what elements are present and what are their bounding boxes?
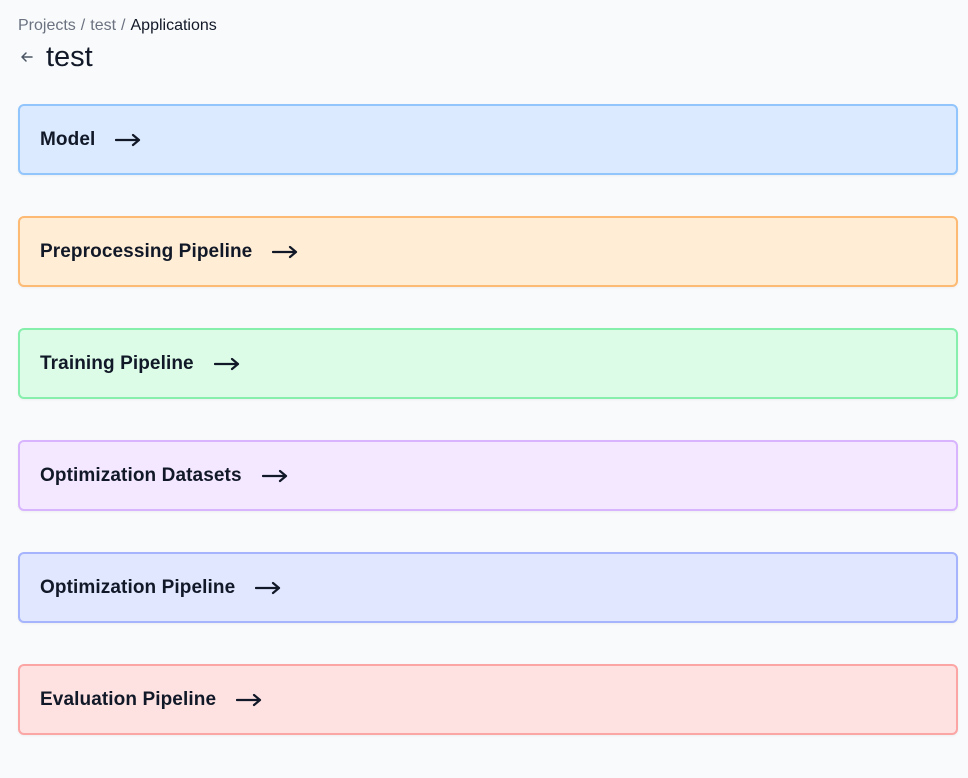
card-label: Training Pipeline	[40, 352, 194, 374]
title-row: test	[18, 40, 958, 74]
card-evaluation-pipeline[interactable]: Evaluation Pipeline	[18, 664, 958, 735]
card-label: Optimization Datasets	[40, 464, 242, 486]
arrow-left-icon[interactable]	[18, 48, 36, 66]
card-preprocessing-pipeline[interactable]: Preprocessing Pipeline	[18, 216, 958, 287]
page: Projects / test / Applications test Mode…	[0, 0, 968, 778]
card-model[interactable]: Model	[18, 104, 958, 175]
breadcrumb-project-link[interactable]: test	[90, 16, 116, 36]
card-label: Model	[40, 128, 96, 150]
arrow-right-icon	[272, 245, 298, 259]
card-optimization-pipeline[interactable]: Optimization Pipeline	[18, 552, 958, 623]
card-label: Evaluation Pipeline	[40, 688, 217, 710]
arrow-right-icon	[255, 581, 281, 595]
breadcrumb-separator: /	[121, 17, 126, 34]
arrow-right-icon	[115, 133, 141, 147]
arrow-right-icon	[236, 693, 262, 707]
breadcrumb-projects-link[interactable]: Projects	[18, 16, 76, 36]
card-label: Preprocessing Pipeline	[40, 240, 253, 262]
arrow-right-icon	[213, 357, 240, 371]
application-cards: Model Preprocessing Pipeline Training Pi…	[18, 104, 958, 735]
card-optimization-datasets[interactable]: Optimization Datasets	[18, 440, 958, 511]
page-title: test	[46, 41, 93, 73]
card-training-pipeline[interactable]: Training Pipeline	[18, 328, 958, 399]
arrow-right-icon	[261, 469, 288, 483]
breadcrumb-current: Applications	[130, 17, 217, 34]
card-label: Optimization Pipeline	[40, 576, 236, 598]
breadcrumb: Projects / test / Applications	[18, 16, 958, 36]
breadcrumb-separator: /	[80, 17, 86, 34]
